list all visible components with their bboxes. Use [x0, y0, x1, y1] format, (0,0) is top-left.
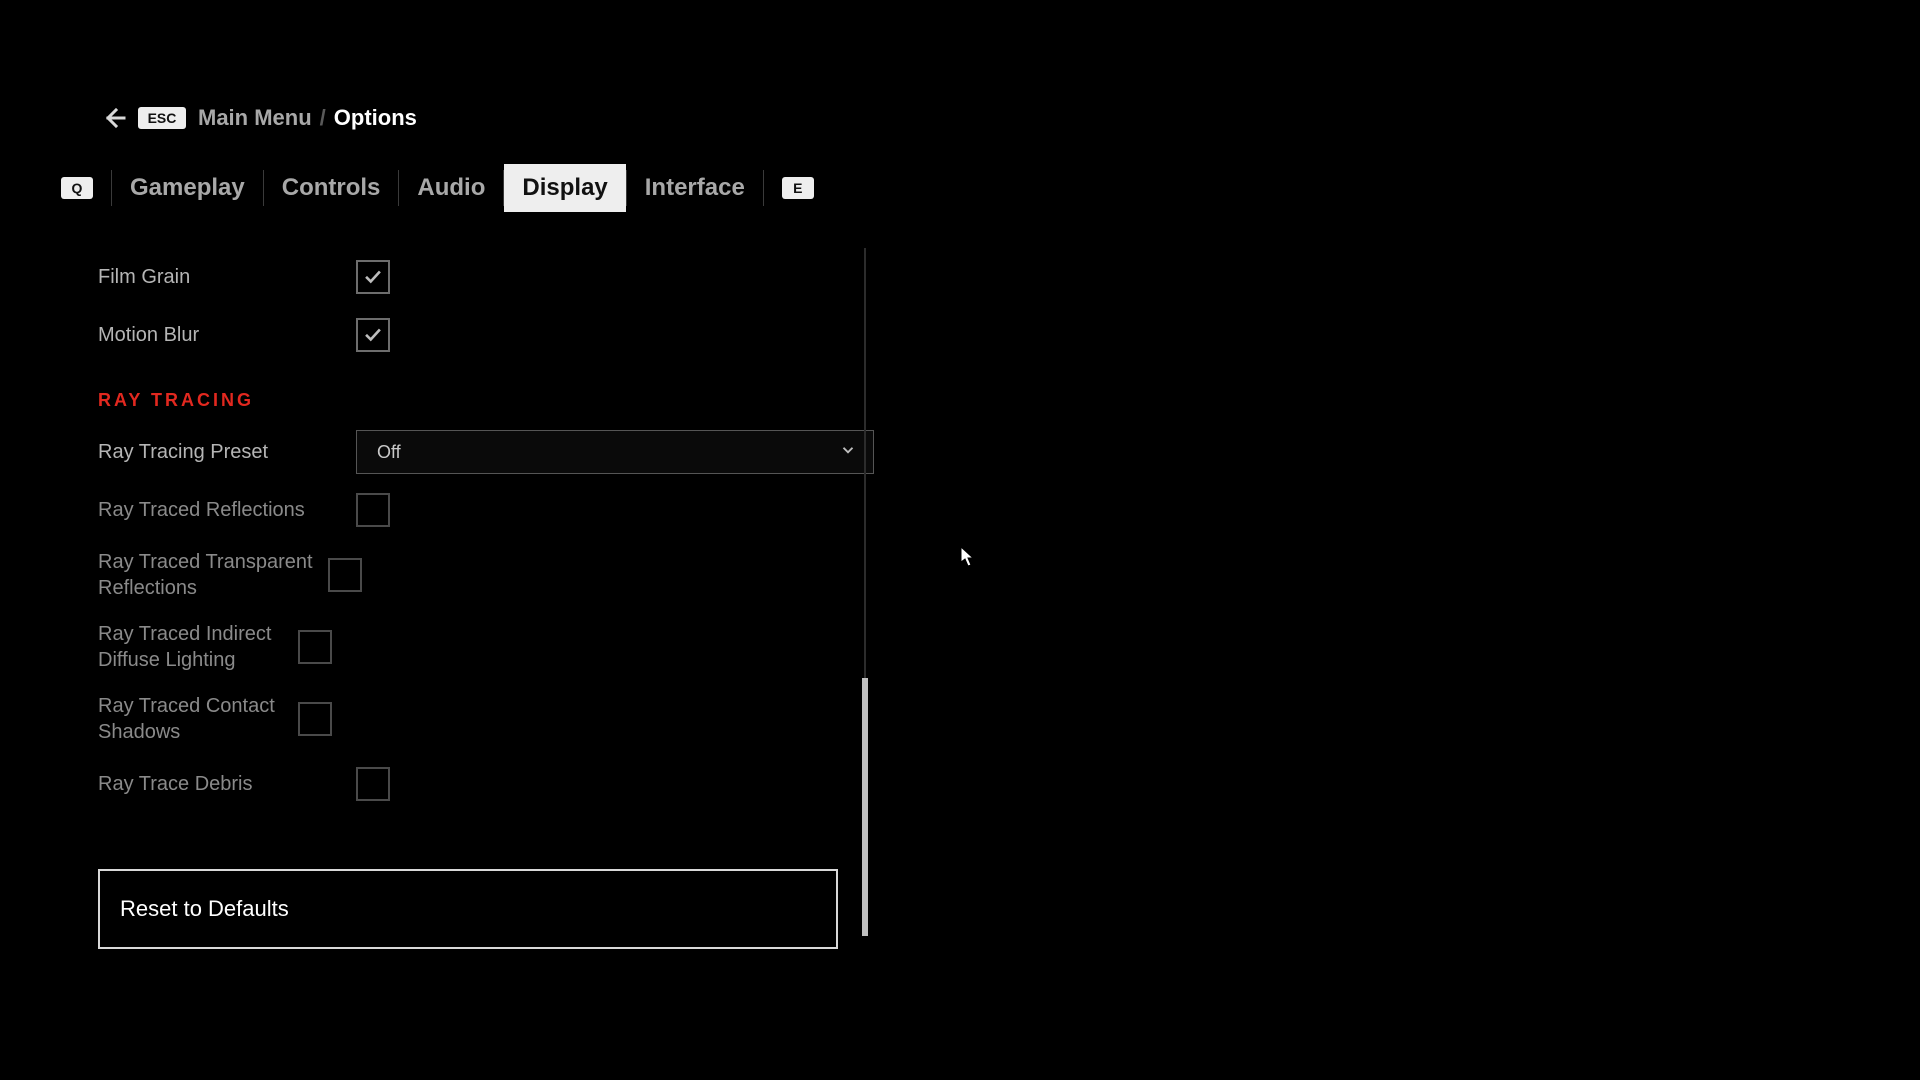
tab-controls[interactable]: Controls — [264, 164, 399, 212]
tab-interface[interactable]: Interface — [627, 164, 763, 212]
setting-rt-indirect-diffuse[interactable]: Ray Traced Indirect Diffuse Lighting — [98, 611, 838, 683]
rt-reflections-checkbox[interactable] — [356, 493, 390, 527]
tab-label: Audio — [417, 174, 485, 202]
setting-label: Film Grain — [98, 264, 356, 290]
tab-label: Interface — [645, 174, 745, 202]
scrollbar[interactable] — [862, 248, 868, 936]
setting-film-grain[interactable]: Film Grain — [98, 248, 838, 306]
rt-indirect-diffuse-checkbox[interactable] — [298, 630, 332, 664]
chevron-down-icon — [839, 441, 857, 464]
reset-to-defaults-button[interactable]: Reset to Defaults — [98, 869, 838, 949]
breadcrumb-main-menu[interactable]: Main Menu — [198, 105, 312, 131]
tab-label: Controls — [282, 174, 381, 202]
tab-label: Display — [522, 174, 607, 202]
tab-next-keycap[interactable]: E — [782, 177, 814, 199]
tab-display[interactable]: Display — [504, 164, 625, 212]
rt-debris-checkbox[interactable] — [356, 767, 390, 801]
tab-gameplay[interactable]: Gameplay — [112, 164, 263, 212]
dropdown-value: Off — [377, 442, 401, 463]
reset-button-label: Reset to Defaults — [120, 896, 289, 922]
setting-label: Motion Blur — [98, 322, 356, 348]
setting-label: Ray Traced Transparent Reflections — [98, 549, 328, 601]
tab-audio[interactable]: Audio — [399, 164, 503, 212]
settings-panel: Film Grain Motion Blur RAY TRACING Ray T… — [98, 248, 838, 936]
back-arrow-icon[interactable] — [102, 106, 126, 130]
breadcrumb-separator: / — [320, 105, 326, 131]
breadcrumb: ESC Main Menu / Options — [102, 103, 417, 133]
setting-label: Ray Traced Indirect Diffuse Lighting — [98, 621, 298, 673]
setting-rt-contact-shadows[interactable]: Ray Traced Contact Shadows — [98, 683, 838, 755]
mouse-cursor-icon — [960, 546, 976, 568]
setting-label: Ray Traced Contact Shadows — [98, 693, 298, 745]
setting-rt-reflections[interactable]: Ray Traced Reflections — [98, 481, 838, 539]
setting-rt-transparent-reflections[interactable]: Ray Traced Transparent Reflections — [98, 539, 838, 611]
rt-transparent-reflections-checkbox[interactable] — [328, 558, 362, 592]
setting-label: Ray Tracing Preset — [98, 439, 356, 465]
rt-contact-shadows-checkbox[interactable] — [298, 702, 332, 736]
setting-label: Ray Traced Reflections — [98, 497, 356, 523]
tab-label: Gameplay — [130, 174, 245, 202]
motion-blur-checkbox[interactable] — [356, 318, 390, 352]
setting-rt-preset[interactable]: Ray Tracing Preset Off — [98, 423, 838, 481]
rt-preset-dropdown[interactable]: Off — [356, 430, 874, 474]
section-ray-tracing: RAY TRACING — [98, 364, 838, 423]
tab-prev-keycap[interactable]: Q — [61, 177, 93, 199]
setting-rt-debris[interactable]: Ray Trace Debris — [98, 755, 838, 813]
setting-motion-blur[interactable]: Motion Blur — [98, 306, 838, 364]
setting-label: Ray Trace Debris — [98, 771, 356, 797]
esc-keycap[interactable]: ESC — [138, 107, 186, 129]
film-grain-checkbox[interactable] — [356, 260, 390, 294]
tabs-row: Q Gameplay Controls Audio Display Interf… — [61, 164, 814, 212]
breadcrumb-current: Options — [334, 105, 417, 131]
scrollbar-thumb[interactable] — [862, 678, 868, 936]
